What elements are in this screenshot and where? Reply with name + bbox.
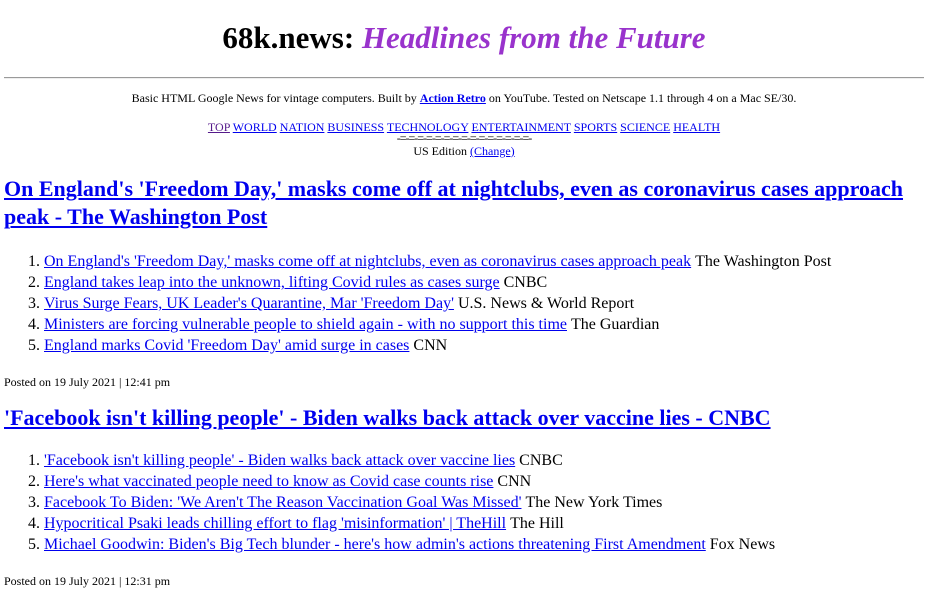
source-name: CNN <box>413 337 448 354</box>
source-name: The Guardian <box>571 316 660 333</box>
article-link[interactable]: Facebook To Biden: 'We Aren't The Reason… <box>44 494 521 511</box>
list-item: Facebook To Biden: 'We Aren't The Reason… <box>44 492 924 513</box>
edition-line: US Edition (Change) <box>0 143 928 159</box>
story-sources-list: 'Facebook isn't killing people' - Biden … <box>4 450 924 555</box>
edition-label: US Edition <box>413 144 467 158</box>
story-headline: On England's 'Freedom Day,' masks come o… <box>4 175 924 231</box>
source-name: The New York Times <box>525 494 663 511</box>
article-link[interactable]: Michael Goodwin: Biden's Big Tech blunde… <box>44 536 706 553</box>
story-headline-link[interactable]: On England's 'Freedom Day,' masks come o… <box>4 176 903 229</box>
action-retro-link[interactable]: Action Retro <box>420 91 486 105</box>
list-item: On England's 'Freedom Day,' masks come o… <box>44 251 924 272</box>
list-item: England marks Covid 'Freedom Day' amid s… <box>44 335 924 356</box>
story-headline: 'Facebook isn't killing people' - Biden … <box>4 404 924 432</box>
source-name: The Hill <box>510 515 564 532</box>
intro-text: Basic HTML Google News for vintage compu… <box>0 90 928 106</box>
list-item: Virus Surge Fears, UK Leader's Quarantin… <box>44 293 924 314</box>
site-title: 68k.news: Headlines from the Future <box>0 18 928 58</box>
story-sources-list: On England's 'Freedom Day,' masks come o… <box>4 251 924 356</box>
source-name: CNBC <box>503 274 548 291</box>
site-header: 68k.news: Headlines from the Future <box>0 0 928 62</box>
list-item: Michael Goodwin: Biden's Big Tech blunde… <box>44 534 924 555</box>
nav-top[interactable]: TOP <box>208 120 230 134</box>
source-name: CNN <box>497 473 532 490</box>
nav-health[interactable]: HEALTH <box>673 120 720 134</box>
topic-nav: TOP WORLD NATION BUSINESS TECHNOLOGY ENT… <box>0 119 928 135</box>
source-name: The Washington Post <box>695 253 832 270</box>
nav-decoration: -=-=-=-=-=-=-=-=-=-=-=-=-=-=-=- <box>396 135 532 143</box>
intro-suffix: on YouTube. Tested on Netscape 1.1 throu… <box>485 91 797 105</box>
list-item: Hypocritical Psaki leads chilling effort… <box>44 513 924 534</box>
article-link[interactable]: Here's what vaccinated people need to kn… <box>44 473 493 490</box>
list-item: Here's what vaccinated people need to kn… <box>44 471 924 492</box>
source-name: CNBC <box>519 452 563 469</box>
article-link[interactable]: England takes leap into the unknown, lif… <box>44 274 500 291</box>
list-item: 'Facebook isn't killing people' - Biden … <box>44 450 924 471</box>
source-name: U.S. News & World Report <box>457 295 635 312</box>
change-edition-link[interactable]: (Change) <box>470 144 515 158</box>
site-tagline: Headlines from the Future <box>361 20 706 55</box>
nav-technology[interactable]: TECHNOLOGY <box>387 120 469 134</box>
nav-science[interactable]: SCIENCE <box>620 120 670 134</box>
article-link[interactable]: England marks Covid 'Freedom Day' amid s… <box>44 337 409 354</box>
story-1: On England's 'Freedom Day,' masks come o… <box>4 175 924 390</box>
nav-world[interactable]: WORLD <box>233 120 277 134</box>
article-link[interactable]: Ministers are forcing vulnerable people … <box>44 316 567 333</box>
story-headline-link[interactable]: 'Facebook isn't killing people' - Biden … <box>4 405 771 430</box>
site-name: 68k.news: <box>222 20 355 55</box>
posted-timestamp: Posted on 19 July 2021 | 12:31 pm <box>4 574 171 588</box>
list-item: England takes leap into the unknown, lif… <box>44 272 924 293</box>
list-item: Ministers are forcing vulnerable people … <box>44 314 924 335</box>
header-divider <box>4 77 924 79</box>
article-link[interactable]: 'Facebook isn't killing people' - Biden … <box>44 452 515 469</box>
nav-business[interactable]: BUSINESS <box>327 120 384 134</box>
intro-prefix: Basic HTML Google News for vintage compu… <box>131 91 420 105</box>
story-2: 'Facebook isn't killing people' - Biden … <box>4 404 924 589</box>
posted-timestamp: Posted on 19 July 2021 | 12:41 pm <box>4 375 171 389</box>
article-link[interactable]: Virus Surge Fears, UK Leader's Quarantin… <box>44 295 454 312</box>
article-link[interactable]: Hypocritical Psaki leads chilling effort… <box>44 515 506 532</box>
article-link[interactable]: On England's 'Freedom Day,' masks come o… <box>44 253 691 270</box>
nav-sports[interactable]: SPORTS <box>574 120 617 134</box>
nav-entertainment[interactable]: ENTERTAINMENT <box>471 120 570 134</box>
source-name: Fox News <box>709 536 776 553</box>
nav-nation[interactable]: NATION <box>280 120 325 134</box>
